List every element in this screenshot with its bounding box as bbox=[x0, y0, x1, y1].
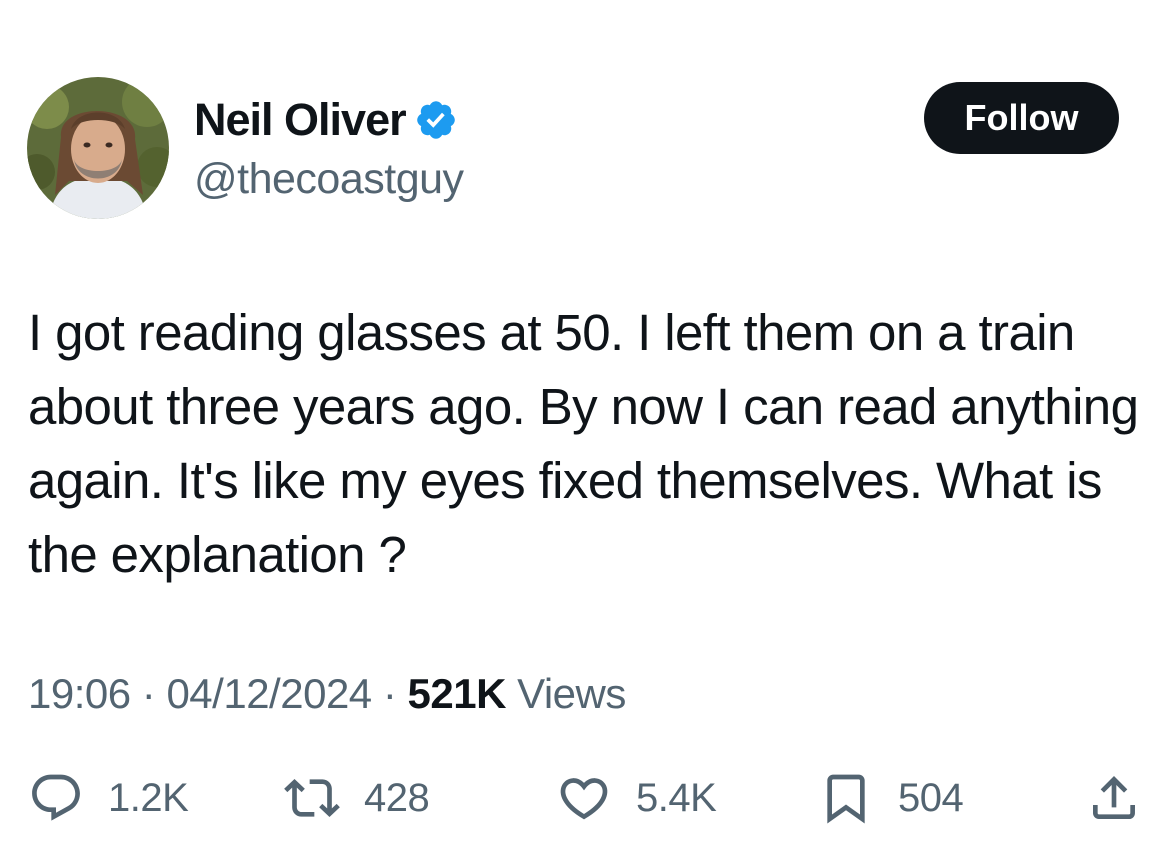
meta-separator: · bbox=[141, 670, 156, 717]
heart-icon bbox=[560, 778, 608, 820]
bookmark-button[interactable]: 504 bbox=[818, 760, 964, 836]
repost-icon bbox=[284, 779, 340, 817]
like-count: 5.4K bbox=[636, 775, 717, 820]
verified-badge-icon[interactable] bbox=[414, 98, 458, 142]
tweet-text: I got reading glasses at 50. I left them… bbox=[28, 304, 1139, 583]
share-icon bbox=[1093, 776, 1135, 819]
author-display-name[interactable]: Neil Oliver bbox=[194, 92, 407, 148]
repost-button[interactable]: 428 bbox=[284, 760, 430, 836]
author-name-row[interactable]: Neil Oliver bbox=[194, 92, 458, 148]
views-label: Views bbox=[517, 670, 626, 717]
views-count: 521K bbox=[407, 670, 507, 717]
share-button[interactable] bbox=[1086, 760, 1142, 836]
follow-button[interactable]: Follow bbox=[924, 82, 1119, 154]
reply-icon bbox=[32, 774, 80, 821]
tweet-time[interactable]: 19:06 bbox=[28, 670, 131, 717]
repost-count: 428 bbox=[364, 775, 430, 820]
like-button[interactable]: 5.4K bbox=[556, 760, 717, 836]
bookmark-icon bbox=[827, 774, 865, 824]
avatar[interactable] bbox=[27, 77, 169, 219]
author-handle[interactable]: @thecoastguy bbox=[194, 152, 464, 206]
tweet-actions-bar: 1.2K 428 5.4K 504 bbox=[0, 760, 1170, 836]
reply-count: 1.2K bbox=[108, 775, 189, 820]
bookmark-count: 504 bbox=[898, 775, 964, 820]
reply-button[interactable]: 1.2K bbox=[28, 760, 189, 836]
meta-separator: · bbox=[382, 670, 397, 717]
tweet-date[interactable]: 04/12/2024 bbox=[166, 670, 372, 717]
tweet-meta: 19:06 · 04/12/2024 · 521K Views bbox=[28, 666, 626, 722]
